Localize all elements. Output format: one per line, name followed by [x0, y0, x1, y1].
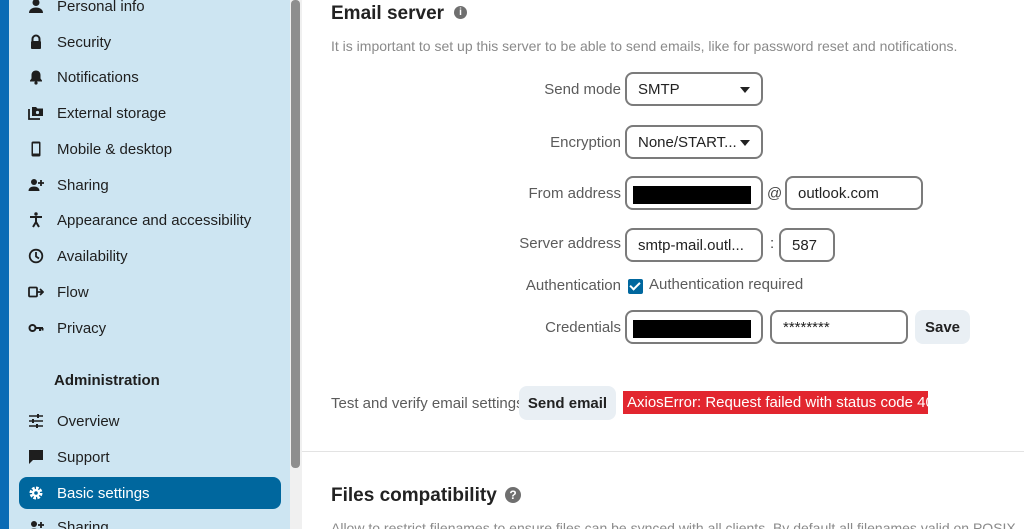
sidebar-item-label: Overview: [57, 412, 120, 430]
server-address-label: Server address: [519, 235, 621, 252]
sidebar-item-label: Basic settings: [57, 484, 150, 502]
external-storage-icon: [25, 102, 47, 124]
credentials-password-input[interactable]: ********: [770, 310, 908, 344]
sidebar-item-flow[interactable]: Flow: [19, 276, 281, 308]
port-separator: :: [770, 235, 775, 252]
authentication-checkbox-label[interactable]: Authentication required: [649, 276, 803, 293]
redacted-text: [633, 186, 751, 204]
sidebar-item-security[interactable]: Security: [19, 26, 281, 58]
files-compatibility-description: Allow to restrict filenames to ensure fi…: [331, 520, 1016, 529]
encryption-value: None/START...: [638, 133, 737, 151]
chevron-down-icon: [740, 87, 750, 93]
sidebar-item-label: Security: [57, 33, 112, 51]
server-address-value: smtp-mail.outl...: [638, 236, 744, 254]
sidebar-item-label: Privacy: [57, 319, 107, 337]
sidebar-item-label: Appearance and accessibility: [57, 211, 252, 229]
sidebar-item-support[interactable]: Support: [19, 441, 281, 473]
port-value: 587: [792, 236, 818, 254]
phone-icon: [25, 138, 47, 160]
help-icon[interactable]: ?: [505, 487, 521, 503]
sidebar-item-label: External storage: [57, 104, 167, 122]
share-user-icon: [25, 174, 47, 196]
encryption-select[interactable]: None/START...: [625, 125, 763, 159]
encryption-label: Encryption: [550, 134, 621, 151]
send-mode-value: SMTP: [638, 80, 680, 98]
sidebar-item-label: Personal info: [57, 0, 145, 15]
files-compatibility-title: Files compatibility: [331, 485, 497, 506]
authentication-checkbox[interactable]: [628, 279, 643, 294]
settings-sidebar: Personal info Security Notifications Ext…: [9, 0, 290, 529]
sidebar-item-label: Notifications: [57, 68, 139, 86]
send-email-button[interactable]: Send email: [519, 386, 616, 420]
sidebar-item-label: Support: [57, 448, 110, 466]
sidebar-item-overview[interactable]: Overview: [19, 405, 281, 437]
port-input[interactable]: 587: [779, 228, 835, 262]
bell-icon: [25, 66, 47, 88]
gear-icon: [25, 482, 47, 504]
sidebar-item-label: Sharing: [57, 518, 109, 529]
clock-icon: [25, 245, 47, 267]
email-server-title: Email server: [331, 3, 445, 24]
authentication-label: Authentication: [525, 277, 621, 294]
chevron-down-icon: [740, 140, 750, 146]
accessibility-icon: [25, 209, 47, 231]
sidebar-item-privacy[interactable]: Privacy: [19, 312, 281, 344]
save-button[interactable]: Save: [915, 310, 970, 344]
email-server-description: It is important to set up this server to…: [331, 38, 958, 54]
error-message: AxiosError: Request failed with status c…: [623, 391, 942, 414]
credentials-username-input[interactable]: [625, 310, 763, 344]
section-divider: [302, 451, 1024, 452]
test-settings-label: Test and verify email settings: [331, 395, 524, 412]
key-icon: [25, 317, 47, 339]
from-address-input[interactable]: [625, 176, 763, 210]
info-icon[interactable]: i: [454, 6, 467, 19]
from-domain-value: outlook.com: [798, 184, 879, 202]
person-icon: [25, 0, 47, 17]
flow-icon: [25, 281, 47, 303]
from-address-label: From address: [528, 185, 621, 202]
sidebar-item-label: Availability: [57, 247, 128, 265]
sidebar-item-sharing[interactable]: Sharing: [19, 169, 281, 201]
tune-icon: [25, 410, 47, 432]
redacted-text: [633, 320, 751, 338]
sidebar-item-notifications[interactable]: Notifications: [19, 61, 281, 93]
sidebar-item-external-storage[interactable]: External storage: [19, 97, 281, 129]
from-domain-input[interactable]: outlook.com: [785, 176, 923, 210]
chat-icon: [25, 446, 47, 468]
sidebar-scrollbar-thumb[interactable]: [291, 0, 300, 468]
sidebar-item-label: Sharing: [57, 176, 109, 194]
sidebar-item-basic-settings[interactable]: Basic settings: [19, 477, 281, 509]
sidebar-item-availability[interactable]: Availability: [19, 240, 281, 272]
share-user-icon: [25, 516, 47, 529]
at-sign: @: [767, 185, 783, 202]
sidebar-item-personal-info[interactable]: Personal info: [19, 0, 281, 22]
admin-section-heading: Administration: [54, 372, 160, 389]
send-mode-select[interactable]: SMTP: [625, 72, 763, 106]
password-value: ********: [783, 318, 830, 336]
credentials-label: Credentials: [545, 319, 621, 336]
lock-icon: [25, 31, 47, 53]
sidebar-item-label: Mobile & desktop: [57, 140, 173, 158]
sidebar-item-appearance[interactable]: Appearance and accessibility: [19, 204, 281, 236]
server-address-input[interactable]: smtp-mail.outl...: [625, 228, 763, 262]
sidebar-item-mobile-desktop[interactable]: Mobile & desktop: [19, 133, 281, 165]
send-mode-label: Send mode: [544, 81, 621, 98]
sidebar-item-sharing-admin[interactable]: Sharing: [19, 511, 281, 529]
sidebar-item-label: Flow: [57, 283, 89, 301]
window-frame-left: [0, 0, 9, 529]
